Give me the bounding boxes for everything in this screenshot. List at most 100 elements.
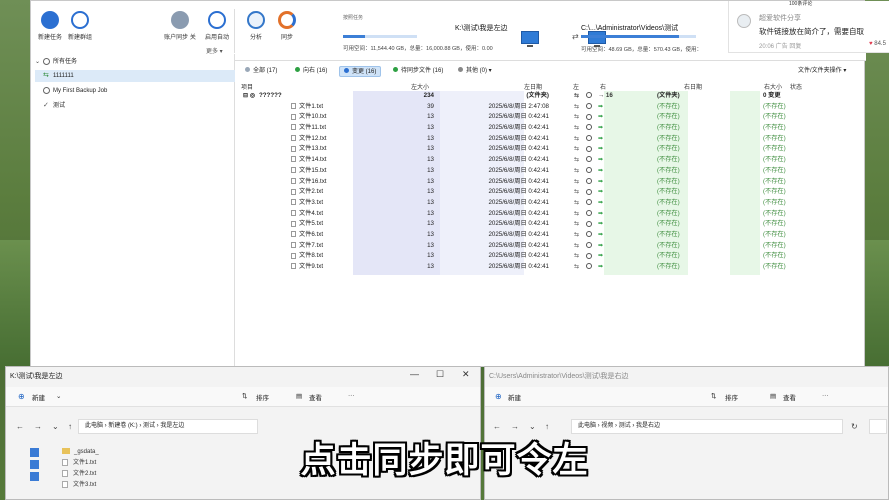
table-row[interactable]: 文件13.txt 13 2025/6/8/周日 0:42:41 ⇆ ➡ (不存在) (不存在… [239,144,866,155]
maximize-icon[interactable]: ☐ [436,369,444,380]
arrow-right-icon[interactable]: ➡ [598,251,603,262]
minimize-icon[interactable]: — [410,369,419,379]
compare-icon[interactable]: ⇆ [574,155,579,166]
arrow-right-icon[interactable]: ➡ [598,166,603,177]
more-button[interactable]: ··· [822,392,829,399]
col-right[interactable]: 右 [600,82,606,91]
close-icon[interactable]: ✕ [462,369,470,380]
view-button[interactable]: 查看 [309,392,322,402]
sort-button[interactable]: 排序 [725,392,738,402]
table-row[interactable]: 文件10.txt 13 2025/6/8/周日 0:42:41 ⇆ ➡ (不存在) (不存在… [239,112,866,123]
table-row[interactable]: 文件2.txt 13 2025/6/8/周日 0:42:41 ⇆ ➡ (不存在) (不存在) [239,187,866,198]
back-icon[interactable]: ← [16,422,24,431]
compare-icon[interactable]: ⇆ [574,230,579,241]
compare-icon[interactable]: ⇆ [574,91,579,102]
col-left-date[interactable]: 左日期 [524,82,542,91]
col-right-date[interactable]: 右日期 [684,82,702,91]
right-path[interactable]: C:\...\Administrator\Videos\测试 [581,23,678,33]
arrow-right-icon[interactable]: ➡ [598,102,603,113]
table-row[interactable]: 文件11.txt 13 2025/6/8/周日 0:42:41 ⇆ ➡ (不存在) (不存在… [239,123,866,134]
arrow-right-icon[interactable]: ➡ [598,134,603,145]
table-row[interactable]: 文件6.txt 13 2025/6/8/周日 0:42:41 ⇆ ➡ (不存在) (不存在) [239,230,866,241]
enable-auto-button[interactable]: 启用自动 [198,11,236,45]
table-row[interactable]: 文件4.txt 13 2025/6/8/周日 0:42:41 ⇆ ➡ (不存在) (不存在) [239,209,866,220]
filter-pending[interactable]: 待同步文件 (16) [389,66,447,77]
compare-icon[interactable]: ⇆ [574,166,579,177]
new-button[interactable]: 新建 [32,392,45,402]
filter-changed[interactable]: 变更 (16) [339,66,382,77]
compare-icon[interactable]: ⇆ [574,134,579,145]
tree-all-tasks[interactable]: ⌄ 所有任务 [35,56,235,68]
arrow-right-icon[interactable]: ➡ [598,177,603,188]
table-row[interactable]: 文件15.txt 13 2025/6/8/周日 0:42:41 ⇆ ➡ (不存在) (不存在… [239,166,866,177]
col-right-size[interactable]: 右大小 [764,82,782,91]
arrow-right-icon[interactable]: ➡ [598,219,603,230]
table-row[interactable]: 文件7.txt 13 2025/6/8/周日 0:42:41 ⇆ ➡ (不存在) (不存在) [239,241,866,252]
compare-icon[interactable]: ⇆ [574,123,579,134]
forward-icon[interactable]: → [511,422,519,431]
compare-icon[interactable]: ⇆ [574,102,579,113]
col-left-size[interactable]: 左大小 [411,82,429,91]
compare-icon[interactable]: ⇆ [574,112,579,123]
arrow-right-icon[interactable]: ➡ [598,144,603,155]
back-icon[interactable]: ← [493,422,501,431]
arrow-right-icon[interactable]: ➡ [598,262,603,273]
compare-icon[interactable]: ⇆ [574,262,579,273]
up-icon[interactable]: ↑ [545,422,549,431]
arrow-right-icon[interactable]: ➡ [598,198,603,209]
arrow-right-icon[interactable]: ➡ [598,241,603,252]
table-row[interactable]: 文件1.txt 39 2025/6/8/周日 2:47:08 ⇆ ➡ (不存在) (不存在) [239,102,866,113]
compare-icon[interactable]: ⇆ [574,177,579,188]
chevron-down-icon[interactable]: ⌄ [56,392,61,400]
filter-other[interactable]: 其他 (0) ▾ [454,66,496,77]
like-count[interactable]: ♥ 84.5 [869,41,886,47]
tree-item-backup-job[interactable]: My First Backup Job [35,85,235,97]
collapse-icon[interactable]: ⊟ ◎ [243,91,255,102]
refresh-icon[interactable]: ↻ [851,422,858,431]
table-row[interactable]: 文件9.txt 13 2025/6/8/周日 0:42:41 ⇆ ➡ (不存在) (不存在) [239,262,866,273]
new-group-button[interactable]: 新建群组 [61,11,99,45]
view-button[interactable]: 查看 [783,392,796,402]
swap-arrows-icon[interactable]: ⇄ [572,32,579,41]
compare-icon[interactable]: ⇆ [574,241,579,252]
compare-icon[interactable]: ⇆ [574,198,579,209]
arrow-right-icon[interactable]: ➡ [598,209,603,220]
table-row-root[interactable]: ⊟ ◎ ?????? 234 (文件夹) ⇆ → 16 (文件夹) 0 变更 [239,91,866,102]
compare-icon[interactable]: ⇆ [574,251,579,262]
table-row[interactable]: 文件3.txt 13 2025/6/8/周日 0:42:41 ⇆ ➡ (不存在) (不存在) [239,198,866,209]
more-button[interactable]: ··· [348,392,355,399]
col-status[interactable]: 状态 [790,82,802,91]
right-progress-bar [581,35,696,38]
compare-icon[interactable]: ⇆ [574,144,579,155]
arrow-right-icon[interactable]: ➡ [598,230,603,241]
sync-button[interactable]: 同步 [268,11,306,45]
table-row[interactable]: 文件8.txt 13 2025/6/8/周日 0:42:41 ⇆ ➡ (不存在) (不存在) [239,251,866,262]
col-item[interactable]: 项目 [241,82,253,91]
new-button[interactable]: 新建 [508,392,521,402]
chevron-down-icon[interactable]: ⌄ [529,422,536,431]
arrow-right-icon[interactable]: ➡ [598,187,603,198]
file-folder-ops-menu[interactable]: 文件/文件夹操作 ▾ [794,66,850,77]
table-row[interactable]: 文件5.txt 13 2025/6/8/周日 0:42:41 ⇆ ➡ (不存在) (不存在) [239,219,866,230]
forward-icon[interactable]: → [34,422,42,431]
comment-notification[interactable]: 100条评论 超爱软件分享 软件链接放在简介了，需要自取 20:06 广告 回复… [728,1,889,53]
left-path[interactable]: K:\测试\我是左边 [455,23,508,33]
arrow-right-icon[interactable]: ➡ [598,155,603,166]
compare-icon[interactable]: ⇆ [574,209,579,220]
sort-button[interactable]: 排序 [256,392,269,402]
table-row[interactable]: 文件16.txt 13 2025/6/8/周日 0:42:41 ⇆ ➡ (不存在) (不存在… [239,177,866,188]
tree-item-1111111[interactable]: ⇆ 1111111 [35,70,235,82]
account-sync-button[interactable]: 账户同步 关 [161,11,199,45]
table-row[interactable]: 文件12.txt 13 2025/6/8/周日 0:42:41 ⇆ ➡ (不存在) (不存在… [239,134,866,145]
col-left[interactable]: 左 [573,82,579,91]
compare-icon[interactable]: ⇆ [574,187,579,198]
filter-all[interactable]: 全部 (17) [241,66,281,77]
tree-item-test[interactable]: ✓ 测试 [35,100,235,112]
up-icon[interactable]: ↑ [68,422,72,431]
table-row[interactable]: 文件14.txt 13 2025/6/8/周日 0:42:41 ⇆ ➡ (不存在) (不存在… [239,155,866,166]
arrow-right-icon[interactable]: ➡ [598,123,603,134]
arrow-right-icon[interactable]: ➡ [598,112,603,123]
filter-to-right[interactable]: 向右 (16) [291,66,331,77]
compare-icon[interactable]: ⇆ [574,219,579,230]
chevron-down-icon[interactable]: ⌄ [52,422,59,431]
